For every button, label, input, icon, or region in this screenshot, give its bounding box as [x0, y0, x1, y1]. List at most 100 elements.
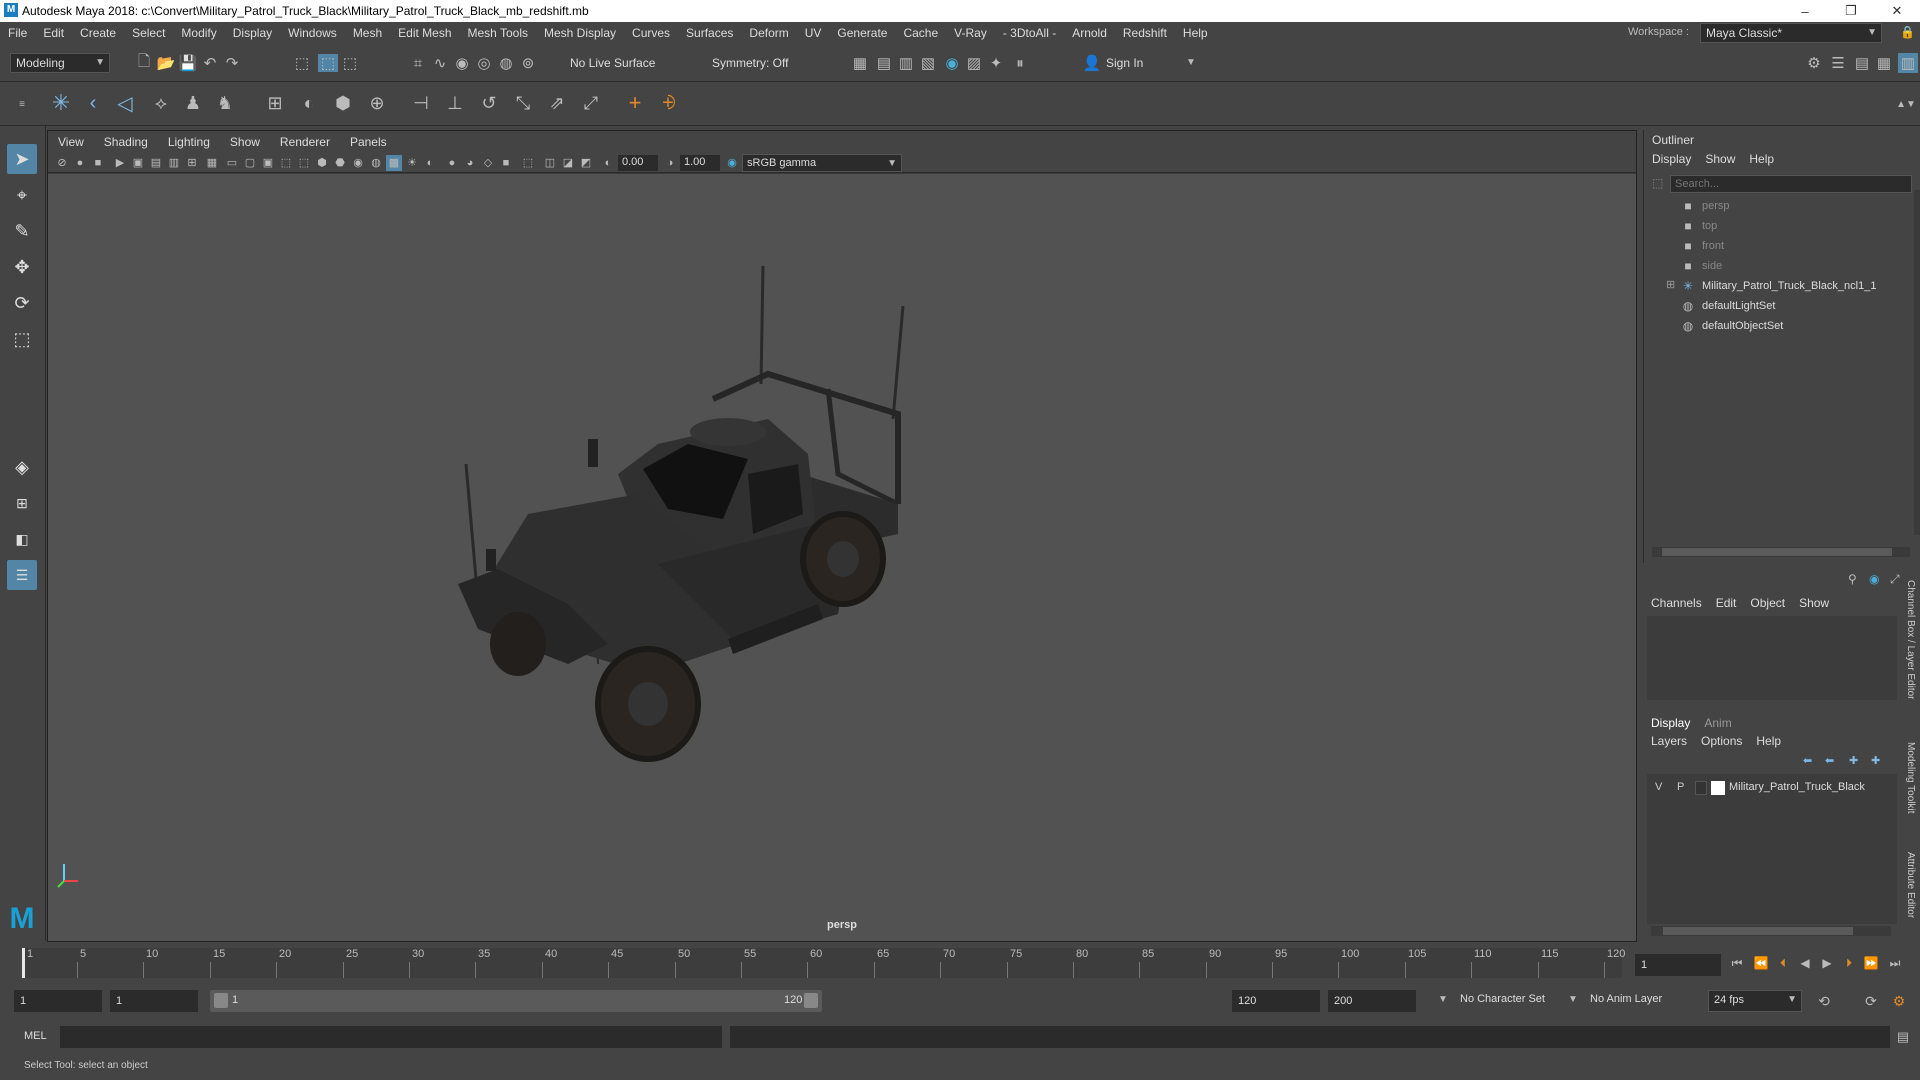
- screen-space-ao-icon[interactable]: ●: [444, 155, 460, 171]
- layer-playback-toggle[interactable]: P: [1677, 781, 1684, 793]
- safe-title-icon[interactable]: ⬚: [296, 155, 312, 171]
- joint-tool-icon[interactable]: ✳: [48, 90, 74, 116]
- scale-constraint-icon[interactable]: ⤡: [510, 90, 536, 116]
- channel-icon-a[interactable]: ⚲: [1848, 572, 1857, 586]
- redo-icon[interactable]: ↷: [224, 55, 240, 72]
- range-end-handle[interactable]: [804, 993, 818, 1008]
- exposure-field[interactable]: 0.00: [618, 155, 658, 171]
- lattice-icon[interactable]: ⊞: [262, 90, 288, 116]
- wireframe-icon[interactable]: ⬢: [314, 155, 330, 171]
- gamma-icon[interactable]: ◑: [662, 155, 678, 171]
- step-forward-frame-icon[interactable]: ⏩: [1862, 954, 1880, 972]
- close-button[interactable]: ✕: [1874, 0, 1920, 22]
- orient-constraint-icon[interactable]: ↺: [476, 90, 502, 116]
- scrollbar-thumb[interactable]: [1663, 927, 1853, 935]
- outliner-item-default-object-set[interactable]: ◍ defaultObjectSet: [1680, 317, 1784, 335]
- command-input[interactable]: [60, 1026, 722, 1048]
- script-editor-icon[interactable]: ▤: [1894, 1028, 1912, 1046]
- step-back-frame-icon[interactable]: ⏪: [1752, 954, 1770, 972]
- menu-curves[interactable]: Curves: [624, 26, 678, 40]
- layer-editor-icon[interactable]: ▥: [1898, 53, 1918, 73]
- menu-surfaces[interactable]: Surfaces: [678, 26, 741, 40]
- parent-constraint-icon[interactable]: ⊣: [408, 90, 434, 116]
- textured-icon[interactable]: ▩: [386, 155, 402, 171]
- expand-icon[interactable]: ⊞: [1666, 278, 1675, 291]
- menu-mesh-tools[interactable]: Mesh Tools: [460, 26, 536, 40]
- outliner-menu-show[interactable]: Show: [1705, 152, 1735, 166]
- shelf-menu-icon[interactable]: ≡: [14, 86, 30, 122]
- anti-aliasing-icon[interactable]: ◇: [480, 155, 496, 171]
- xray-icon[interactable]: ◫: [542, 155, 558, 171]
- menu-edit[interactable]: Edit: [35, 26, 72, 40]
- channel-icon-b[interactable]: ◉: [1869, 572, 1879, 586]
- animation-prefs-icon[interactable]: ⚙: [1890, 992, 1908, 1010]
- menu-deform[interactable]: Deform: [741, 26, 796, 40]
- outliner-item-side[interactable]: ■ side: [1680, 257, 1722, 275]
- snap-grid-icon[interactable]: ⌗: [410, 55, 426, 72]
- shelf-scroll-icon[interactable]: ▲▼: [1896, 88, 1916, 120]
- field-chart-icon[interactable]: ▣: [260, 155, 276, 171]
- outliner-vertical-scrollbar[interactable]: [1914, 190, 1920, 535]
- script-language-toggle[interactable]: MEL: [24, 1030, 47, 1042]
- render-settings-icon[interactable]: ▧: [920, 55, 936, 72]
- tab-channel-box-layer-editor[interactable]: Channel Box / Layer Editor: [1905, 580, 1916, 700]
- channelbox-menu-channels[interactable]: Channels: [1651, 596, 1702, 610]
- layer-menu-options[interactable]: Options: [1701, 734, 1742, 748]
- new-scene-icon[interactable]: 🗋: [136, 53, 152, 71]
- chevron-down-icon[interactable]: ▼: [1438, 994, 1448, 1005]
- two-view-layout-icon[interactable]: ◧: [7, 524, 37, 554]
- chevron-down-icon[interactable]: ▼: [1186, 57, 1196, 68]
- menu-create[interactable]: Create: [72, 26, 124, 40]
- character-set-dropdown[interactable]: No Character Set: [1460, 993, 1545, 1005]
- hypershade-icon[interactable]: ◉: [944, 55, 960, 72]
- outliner-item-persp[interactable]: ■ persp: [1680, 197, 1729, 215]
- paint-select-tool-icon[interactable]: ✎: [7, 216, 37, 246]
- select-component-icon[interactable]: ⬚: [342, 55, 358, 72]
- outliner-search-input[interactable]: [1670, 175, 1912, 193]
- color-management-icon[interactable]: ◉: [724, 155, 740, 171]
- bind-skin-icon[interactable]: ⟡: [148, 90, 174, 116]
- menu-redshift[interactable]: Redshift: [1115, 26, 1175, 40]
- render-setup-icon[interactable]: ▨: [966, 55, 982, 72]
- 3d-viewport[interactable]: persp: [48, 174, 1636, 941]
- menu-display[interactable]: Display: [225, 26, 280, 40]
- 2d-pan-icon[interactable]: ▤: [148, 155, 164, 171]
- channel-icon-c[interactable]: ⤢: [1890, 572, 1900, 587]
- go-to-start-icon[interactable]: ⏮: [1728, 954, 1746, 972]
- layer-visibility-toggle[interactable]: V: [1655, 781, 1662, 793]
- single-perspective-layout-icon[interactable]: ◈: [7, 452, 37, 482]
- tab-anim[interactable]: Anim: [1704, 716, 1731, 730]
- exposure-icon[interactable]: ◐: [600, 155, 616, 171]
- menu-arnold[interactable]: Arnold: [1064, 26, 1115, 40]
- chevron-down-icon[interactable]: ▼: [1568, 994, 1578, 1005]
- tool-settings-icon[interactable]: ▤: [1854, 55, 1870, 72]
- select-hierarchy-icon[interactable]: ⬚: [294, 55, 310, 72]
- use-all-lights-icon[interactable]: ☀: [404, 155, 420, 171]
- tab-modeling-toolkit[interactable]: Modeling Toolkit: [1905, 742, 1916, 814]
- lasso-tool-icon[interactable]: ⌖: [7, 180, 37, 210]
- channelbox-menu-show[interactable]: Show: [1799, 596, 1829, 610]
- depth-of-field-icon[interactable]: ■: [498, 155, 514, 171]
- workspace-dropdown[interactable]: Maya Classic* ▼: [1700, 23, 1882, 43]
- step-forward-key-icon[interactable]: ⏵: [1840, 954, 1858, 972]
- channel-box-icon[interactable]: ▦: [1876, 55, 1892, 72]
- isolate-select-icon[interactable]: ⬚: [520, 155, 536, 171]
- pause-icon[interactable]: ⏸: [1012, 55, 1028, 72]
- menu-mesh[interactable]: Mesh: [345, 26, 390, 40]
- select-object-icon[interactable]: ⬚: [318, 54, 338, 72]
- truck-model[interactable]: [48, 174, 1636, 941]
- pole-vector-icon[interactable]: ⤢: [578, 90, 604, 116]
- range-slider-bar[interactable]: 1 120: [210, 990, 822, 1012]
- point-constraint-icon[interactable]: ⊥: [442, 90, 468, 116]
- move-tool-icon[interactable]: ✥: [7, 252, 37, 282]
- humanik-icon[interactable]: ♞: [212, 90, 238, 116]
- blend-shape-icon[interactable]: ◐: [296, 90, 322, 116]
- attribute-editor-icon[interactable]: ☰: [1830, 55, 1846, 72]
- outliner-menu-display[interactable]: Display: [1652, 152, 1691, 166]
- menu-modify[interactable]: Modify: [173, 26, 224, 40]
- outliner-item-front[interactable]: ■ front: [1680, 237, 1724, 255]
- play-backward-icon[interactable]: ◀: [1796, 954, 1814, 972]
- ik-spline-icon[interactable]: ◁: [112, 90, 138, 116]
- filter-icon[interactable]: ⬚: [1652, 176, 1663, 190]
- modeling-toolkit-icon[interactable]: ⚙: [1806, 55, 1822, 72]
